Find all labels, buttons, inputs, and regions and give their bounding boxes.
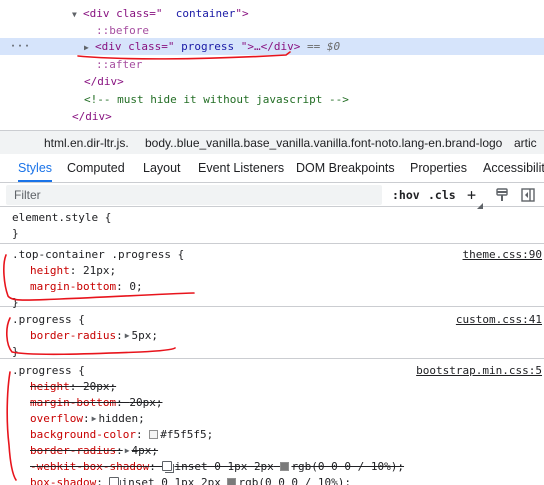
declaration-border-radius-overridden[interactable]: border-radius: ▶ 4px; — [30, 443, 158, 459]
class-value: container — [162, 7, 236, 20]
property-name[interactable]: height — [30, 380, 70, 393]
rule-selector[interactable]: .progress { — [12, 313, 85, 326]
declaration-border-radius[interactable]: border-radius: ▶ 5px; — [30, 328, 158, 344]
pseudo-after: ::after — [96, 58, 143, 71]
property-name[interactable]: height — [30, 264, 70, 277]
breadcrumb: html.en.dir-ltr.js. body..blue_vanilla.b… — [0, 130, 544, 154]
declaration-webkit-box-shadow[interactable]: -webkit-box-shadow: inset 0 1px 2px rgb(… — [30, 459, 404, 475]
tab-properties[interactable]: Properties — [410, 154, 467, 182]
hov-toggle[interactable]: :hov — [392, 183, 420, 207]
toggle-sidebar-icon[interactable] — [520, 187, 536, 203]
property-name[interactable]: margin-bottom — [30, 396, 116, 409]
rule-selector[interactable]: .progress { — [12, 364, 85, 377]
expand-triangle-icon[interactable]: ▶ — [125, 443, 130, 459]
property-name[interactable]: margin-bottom — [30, 280, 116, 293]
corner-triangle-icon — [477, 198, 483, 209]
source-link[interactable]: theme.css:90 — [463, 247, 542, 263]
more-options-icon[interactable]: ··· — [10, 38, 31, 55]
tree-node-after[interactable]: ::after — [0, 56, 544, 73]
rule-top-container-progress: .top-container .progress { theme.css:90 … — [0, 244, 544, 309]
declaration-height[interactable]: height: 21px; — [30, 263, 116, 279]
filter-input[interactable] — [6, 185, 382, 205]
property-value-color[interactable]: rgb(0 0 0 / 10%); — [291, 460, 404, 473]
declaration-margin-bottom[interactable]: margin-bottom: 0; — [30, 279, 143, 295]
rule-close-brace: } — [12, 227, 19, 240]
property-name[interactable]: border-radius — [30, 444, 116, 457]
color-swatch[interactable] — [149, 430, 159, 439]
rule-close-brace: } — [12, 345, 19, 358]
source-link[interactable]: custom.css:41 — [456, 312, 542, 328]
property-value[interactable]: #f5f5f5; — [160, 428, 213, 441]
property-value[interactable]: inset 0 1px 2px — [174, 460, 273, 473]
tree-node-before[interactable]: ::before — [0, 22, 544, 39]
tab-dom-breakpoints[interactable]: DOM Breakpoints — [296, 154, 395, 182]
tab-layout[interactable]: Layout — [143, 154, 181, 182]
paint-brush-icon[interactable] — [494, 187, 510, 203]
rule-selector[interactable]: element.style { — [12, 210, 111, 226]
property-name[interactable]: border-radius — [30, 329, 116, 342]
sidebar-tabs: Styles Computed Layout Event Listeners D… — [0, 154, 544, 183]
tag-open: <div class=" — [83, 7, 163, 20]
tag-collapsed: ">…</div> — [240, 40, 301, 53]
rule-selector[interactable]: .top-container .progress { — [12, 248, 184, 261]
property-value[interactable]: 20px; — [129, 396, 162, 409]
declaration-background-color[interactable]: background-color: #f5f5f5; — [30, 427, 213, 443]
html-comment: <!-- must hide it without javascript --> — [84, 93, 349, 106]
property-value[interactable]: 20px; — [83, 380, 116, 393]
tree-node-close-div-outer[interactable]: </div> — [0, 108, 544, 125]
tab-accessibility[interactable]: Accessibility — [483, 154, 544, 182]
shadow-editor-icon[interactable] — [109, 477, 122, 485]
property-value[interactable]: hidden; — [98, 412, 144, 425]
tag-close-div: </div> — [84, 75, 124, 88]
eq-marker: == — [300, 40, 327, 53]
pseudo-before: ::before — [96, 24, 149, 37]
collapse-arrow-icon[interactable]: ▼ — [72, 6, 83, 23]
cls-toggle[interactable]: .cls — [428, 183, 456, 207]
tag-open: <div class=" — [95, 40, 175, 53]
dollar-zero: $0 — [326, 40, 341, 53]
expand-triangle-icon[interactable]: ▶ — [92, 411, 97, 427]
tree-node-progress-selected[interactable]: ··· ▶ <div class=" progress ">…</div> == … — [0, 38, 544, 55]
property-value-color[interactable]: rgb(0 0 0 / 10%); — [238, 476, 351, 485]
tree-node-container[interactable]: ▼ <div class=" container"> — [0, 5, 544, 22]
declaration-height-overridden[interactable]: height: 20px; — [30, 379, 116, 395]
color-swatch[interactable] — [227, 478, 237, 485]
shadow-editor-icon[interactable] — [162, 461, 175, 473]
source-link[interactable]: bootstrap.min.css:5 — [416, 363, 542, 379]
class-value: progress — [174, 40, 241, 53]
tab-event-listeners[interactable]: Event Listeners — [198, 154, 284, 182]
tag-close: "> — [235, 7, 249, 20]
expand-triangle-icon[interactable]: ▶ — [125, 328, 130, 344]
breadcrumb-item-body[interactable]: body..blue_vanilla.base_vanilla.vanilla.… — [145, 131, 502, 154]
property-value[interactable]: 0; — [129, 280, 142, 293]
property-value[interactable]: 5px; — [132, 329, 159, 342]
tree-node-comment[interactable]: <!-- must hide it without javascript --> — [0, 91, 544, 108]
tab-styles[interactable]: Styles — [18, 154, 53, 182]
tab-computed[interactable]: Computed — [67, 154, 125, 182]
breadcrumb-item-html[interactable]: html.en.dir-ltr.js. — [44, 131, 129, 154]
property-name[interactable]: background-color — [30, 428, 136, 441]
styles-toolbar: :hov .cls + — [0, 183, 544, 209]
property-name[interactable]: overflow — [30, 412, 83, 425]
declaration-box-shadow[interactable]: box-shadow: inset 0 1px 2px rgb(0 0 0 / … — [30, 475, 351, 485]
rule-element-style: element.style { } — [0, 207, 544, 244]
property-value[interactable]: 4px; — [132, 444, 159, 457]
property-value[interactable]: inset 0 1px 2px — [121, 476, 220, 485]
expand-arrow-icon[interactable]: ▶ — [84, 39, 95, 56]
property-value[interactable]: 21px; — [83, 264, 116, 277]
tree-node-close-div[interactable]: </div> — [0, 73, 544, 90]
rule-progress-custom: .progress { custom.css:41 border-radius:… — [0, 307, 544, 359]
color-swatch[interactable] — [280, 462, 290, 471]
property-name[interactable]: -webkit-box-shadow — [30, 460, 149, 473]
property-name[interactable]: box-shadow — [30, 476, 96, 485]
declaration-overflow[interactable]: overflow: ▶ hidden; — [30, 411, 145, 427]
breadcrumb-item-article[interactable]: artic — [514, 131, 537, 154]
tag-close-div: </div> — [72, 110, 112, 123]
elements-tree: ▼ <div class=" container"> ::before ··· ▶… — [0, 0, 544, 127]
declaration-margin-bottom-overridden[interactable]: margin-bottom: 20px; — [30, 395, 162, 411]
rule-progress-bootstrap: .progress { bootstrap.min.css:5 height: … — [0, 359, 544, 485]
new-rule-button[interactable]: + — [467, 183, 476, 207]
